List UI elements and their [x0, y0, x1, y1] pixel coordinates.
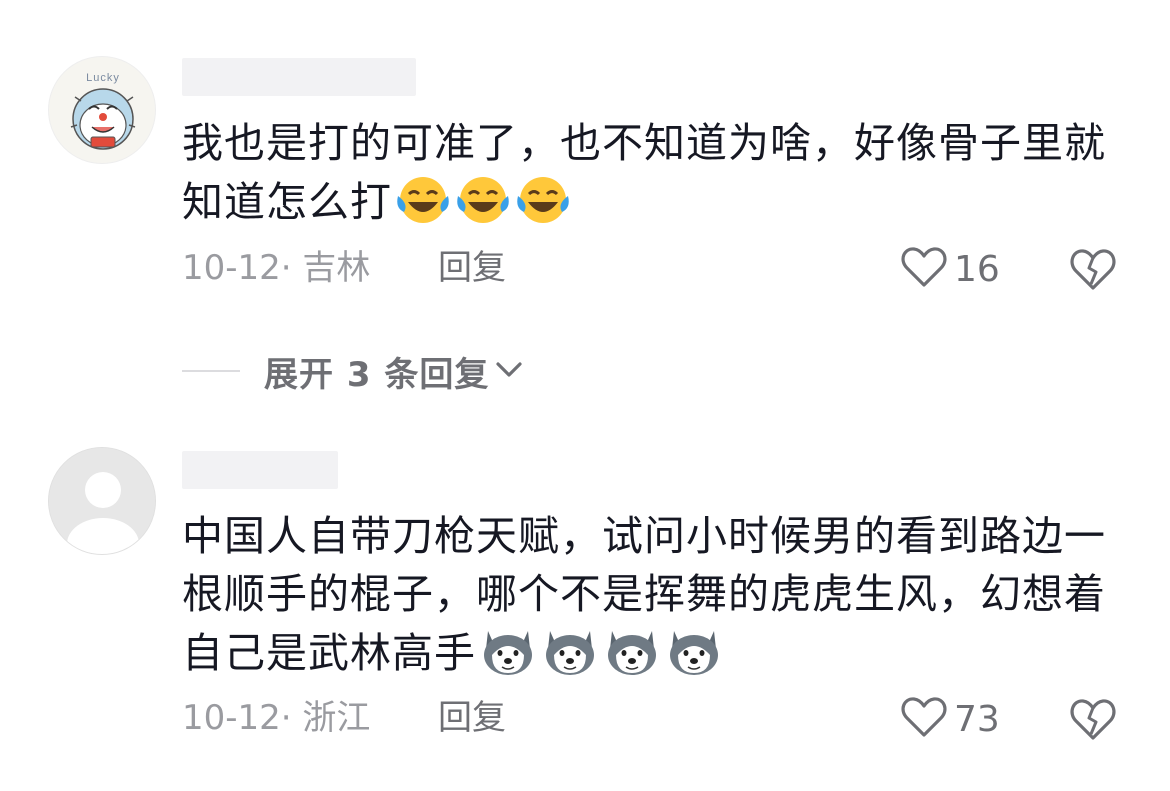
like-button[interactable]: 73 [900, 694, 1000, 744]
divider-line [182, 370, 240, 372]
avatar-lucky-text: Lucky [86, 72, 120, 84]
husky-dog-emoji-icon [478, 623, 538, 692]
reply-button[interactable]: 回复 [438, 245, 506, 291]
heart-outline-icon [900, 245, 948, 293]
like-count: 73 [954, 698, 1000, 740]
heart-outline-icon [900, 695, 948, 743]
husky-dog-emoji-icon [602, 623, 662, 692]
husky-dog-emoji-icon [664, 623, 724, 692]
broken-heart-icon[interactable] [1068, 696, 1118, 746]
username-placeholder[interactable] [182, 58, 416, 96]
comment-date-location: 10-12· 浙江 [182, 698, 371, 738]
comment-date-location: 10-12· 吉林 [182, 248, 371, 288]
comment-meta: 10-12· 浙江 回复 [182, 695, 506, 741]
laugh-cry-emoji-icon [454, 172, 512, 241]
laugh-cry-emoji-icon [514, 172, 572, 241]
reply-button[interactable]: 回复 [438, 695, 506, 741]
expand-replies-button[interactable]: 展开 3 条回复 [182, 346, 525, 396]
husky-dog-emoji-icon [540, 623, 600, 692]
username-placeholder[interactable] [182, 451, 338, 489]
laugh-cry-emoji-icon [394, 172, 452, 241]
expand-replies-label: 展开 3 条回复 [264, 354, 490, 395]
comment-text: 我也是打的可准了，也不知道为啥，好像骨子里就知道怎么打 [182, 114, 1112, 241]
chevron-down-icon [493, 358, 525, 384]
default-user-avatar-icon[interactable] [48, 447, 156, 555]
comment-meta: 10-12· 吉林 回复 [182, 245, 506, 291]
comment-text: 中国人自带刀枪天赋，试问小时候男的看到路边一根顺手的棍子，哪个不是挥舞的虎虎生风… [182, 507, 1112, 692]
comment-text-content: 我也是打的可准了，也不知道为啥，好像骨子里就知道怎么打 [182, 119, 1106, 226]
like-button[interactable]: 16 [900, 244, 1000, 294]
broken-heart-icon[interactable] [1068, 246, 1118, 296]
doraemon-avatar-icon[interactable]: Lucky [48, 56, 156, 164]
like-count: 16 [954, 248, 1000, 290]
